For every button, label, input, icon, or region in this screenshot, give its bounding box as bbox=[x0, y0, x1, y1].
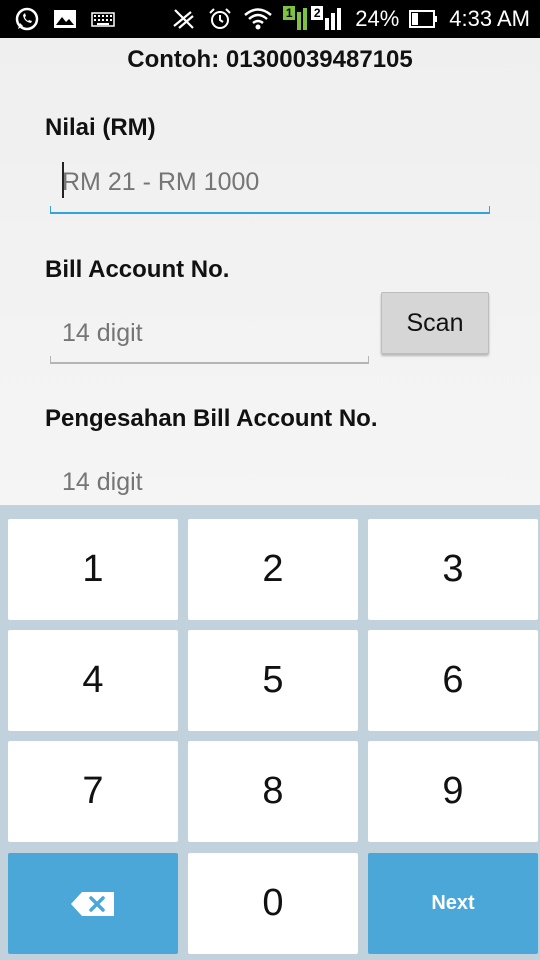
confirm-account-label: Pengesahan Bill Account No. bbox=[45, 405, 378, 432]
sim1-badge: 1 bbox=[283, 6, 296, 20]
key-2[interactable]: 2 bbox=[188, 519, 358, 620]
confirm-account-input[interactable] bbox=[62, 462, 362, 502]
battery-icon bbox=[409, 10, 438, 28]
example-hint: Contoh: 01300039487105 bbox=[127, 46, 413, 73]
backspace-icon bbox=[71, 891, 114, 916]
key-7[interactable]: 7 bbox=[8, 741, 178, 842]
sim2-badge: 2 bbox=[311, 6, 324, 20]
amount-label: Nilai (RM) bbox=[45, 114, 156, 141]
bill-account-input[interactable] bbox=[62, 313, 362, 353]
numeric-keypad: 1 2 3 4 5 6 7 8 9 0 Next bbox=[0, 505, 540, 960]
clock: 4:33 AM bbox=[449, 6, 530, 31]
amount-input[interactable] bbox=[62, 162, 482, 202]
key-8[interactable]: 8 bbox=[188, 741, 358, 842]
signal-icon: 1 2 bbox=[283, 4, 345, 34]
key-3[interactable]: 3 bbox=[368, 519, 538, 620]
wifi-icon bbox=[244, 8, 273, 30]
status-bar: 1 2 24% 4:33 AM bbox=[0, 0, 540, 38]
key-1[interactable]: 1 bbox=[8, 519, 178, 620]
battery-percent: 24% bbox=[355, 6, 400, 31]
bill-account-label: Bill Account No. bbox=[45, 256, 230, 283]
mute-icon bbox=[173, 9, 195, 29]
bill-account-underline bbox=[50, 356, 369, 364]
alarm-icon bbox=[209, 8, 231, 29]
gallery-icon bbox=[54, 10, 76, 28]
amount-underline bbox=[50, 206, 490, 214]
key-4[interactable]: 4 bbox=[8, 630, 178, 731]
keyboard-icon bbox=[91, 12, 115, 27]
key-6[interactable]: 6 bbox=[368, 630, 538, 731]
backspace-key[interactable] bbox=[8, 853, 178, 954]
next-key-label: Next bbox=[431, 892, 475, 914]
scan-button[interactable]: Scan bbox=[381, 292, 489, 354]
whatsapp-icon bbox=[15, 7, 39, 31]
next-key[interactable]: Next bbox=[368, 853, 538, 954]
key-9[interactable]: 9 bbox=[368, 741, 538, 842]
payment-form: Contoh: 01300039487105 Nilai (RM) Bill A… bbox=[0, 38, 540, 505]
key-5[interactable]: 5 bbox=[188, 630, 358, 731]
key-0[interactable]: 0 bbox=[188, 853, 358, 954]
text-caret bbox=[62, 162, 64, 198]
